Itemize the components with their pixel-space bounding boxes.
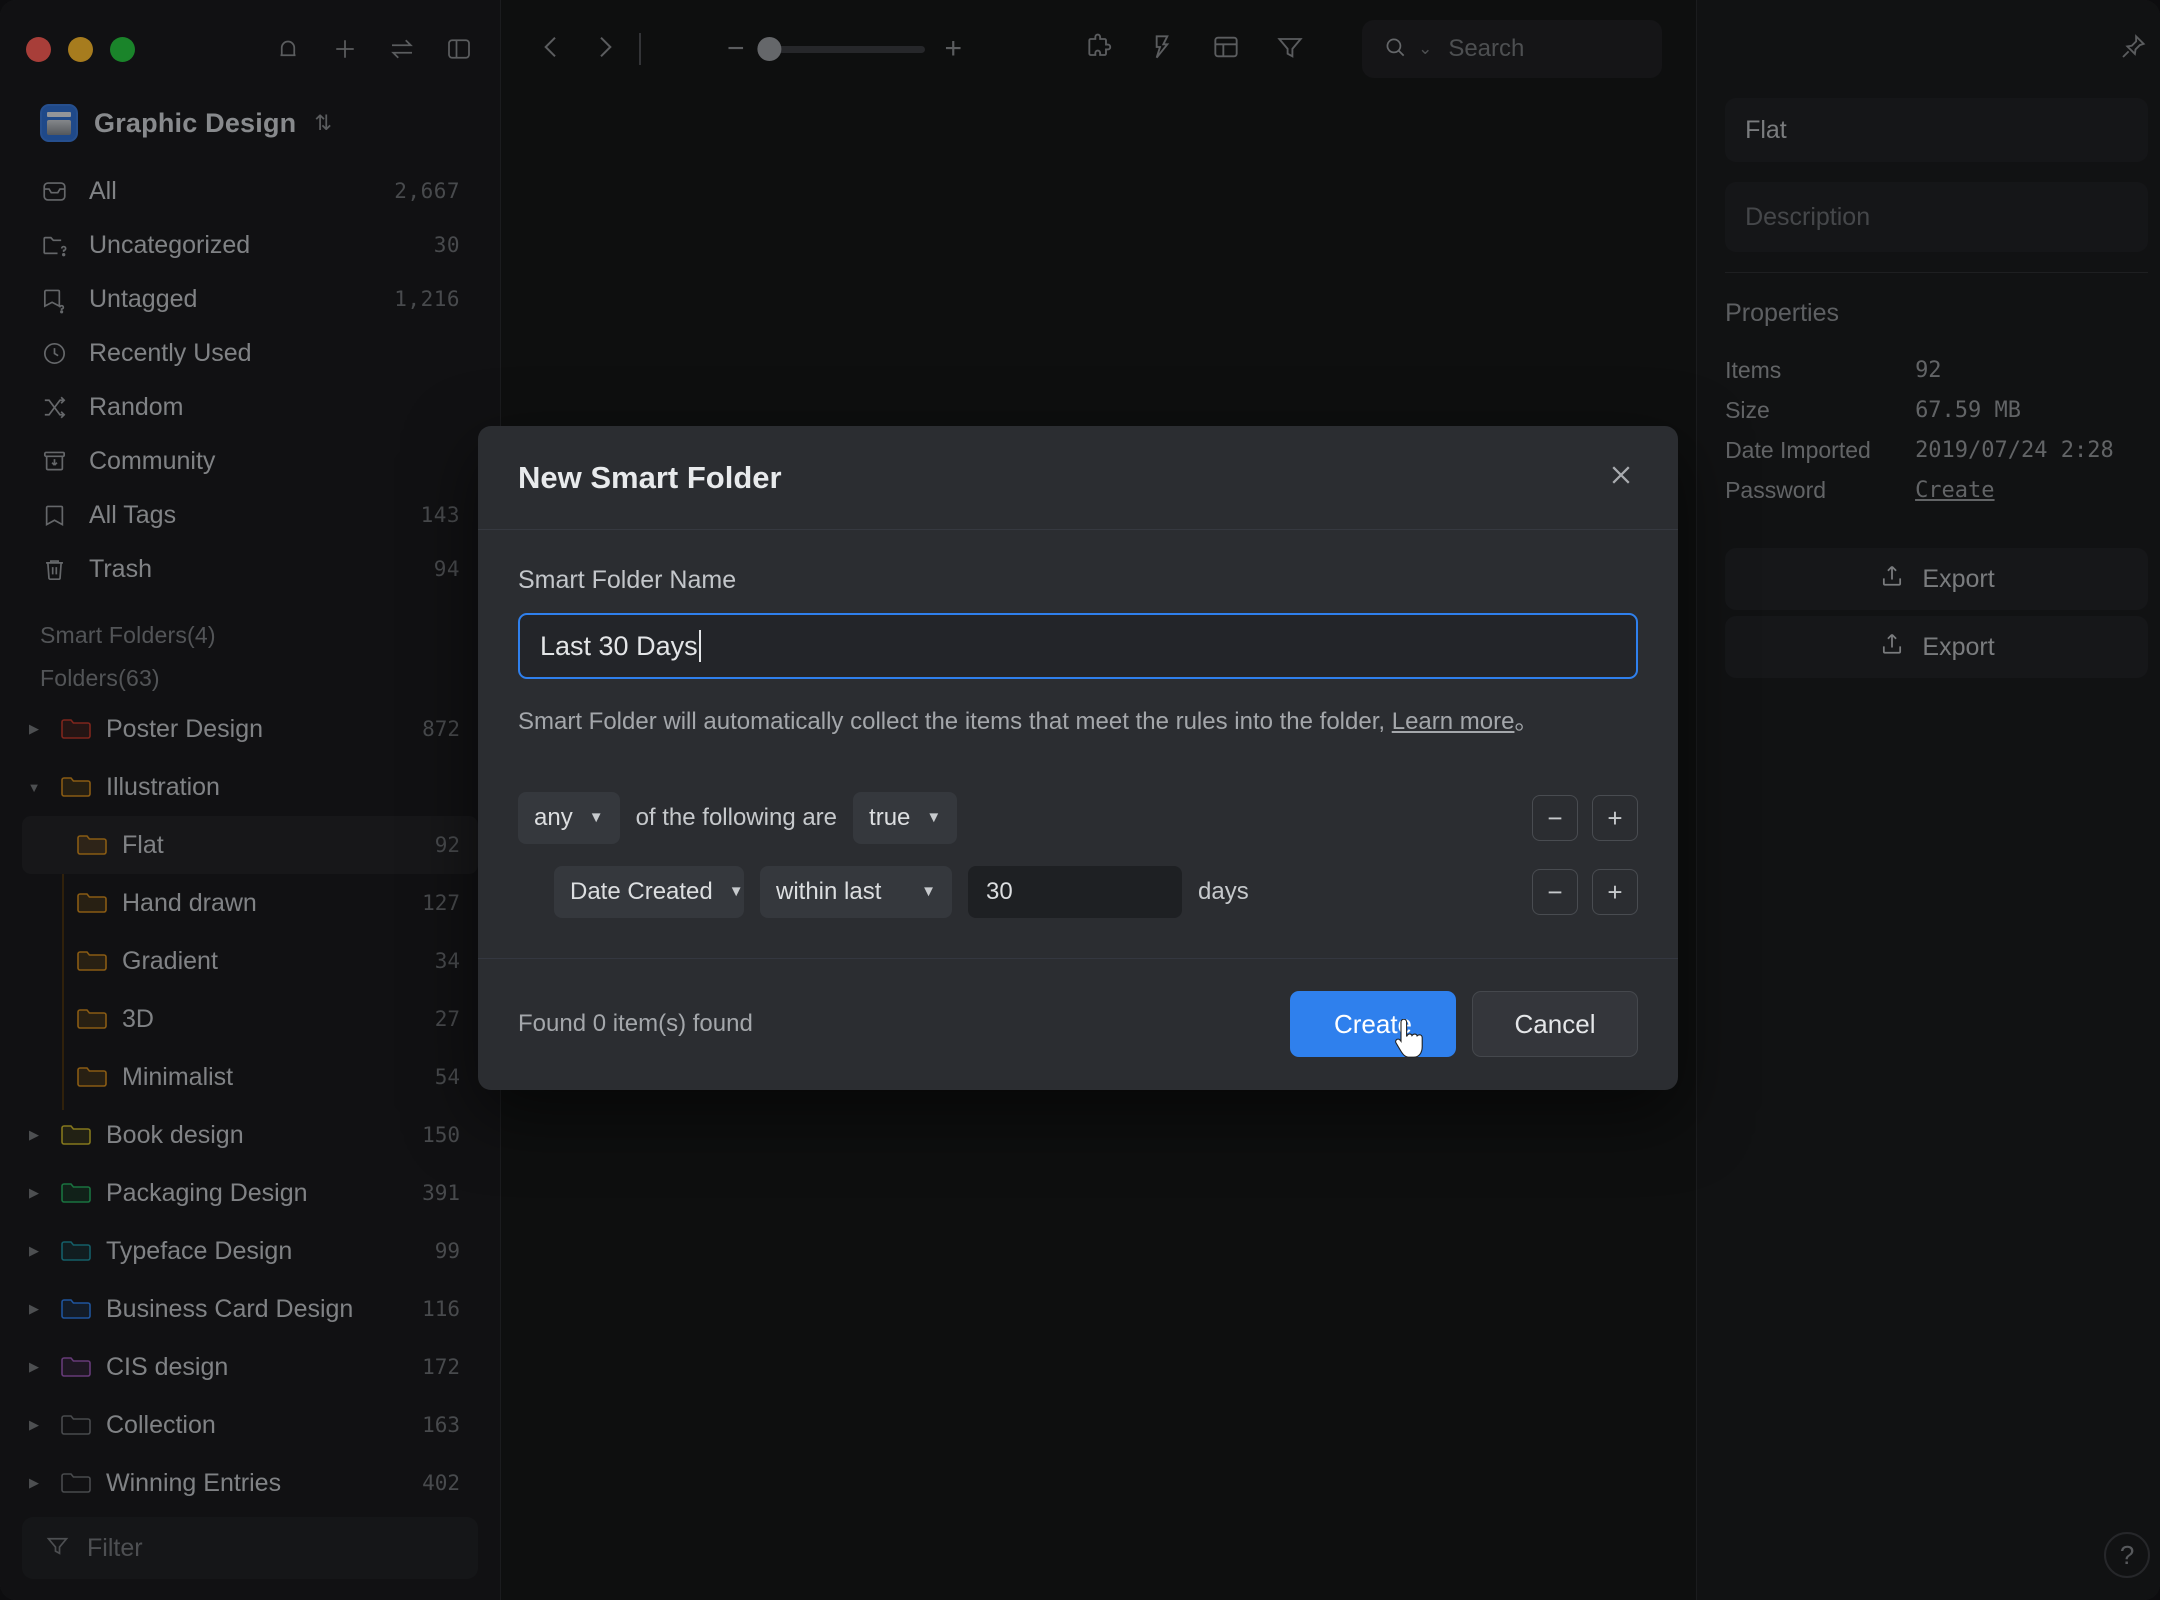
match-middle-text: of the following are [635,803,838,831]
found-count-text: Found 0 item(s) found [518,1010,753,1038]
rule-field-value: Date Created [570,877,713,905]
rule-operator-value: within last [776,877,882,905]
hint-text: Smart Folder will automatically collect … [518,708,1386,735]
add-condition-button[interactable]: + [1592,868,1638,915]
dialog-body: Smart Folder Name Last 30 Days Smart Fol… [478,530,1678,918]
rule-value: 30 [986,877,1013,905]
rules-section: any ▼ of the following are true ▼ − + Da… [518,791,1638,918]
match-scope-row: any ▼ of the following are true ▼ − + [518,791,1638,844]
add-rule-button[interactable]: + [1592,794,1638,841]
chevron-down-icon: ▼ [588,809,604,827]
remove-rule-button[interactable]: − [1532,794,1578,841]
rule-unit-label: days [1198,877,1249,905]
smart-folder-name-input[interactable]: Last 30 Days [518,613,1638,679]
rule-operator-dropdown[interactable]: within last ▼ [760,865,952,918]
match-scope-value: any [534,803,573,831]
smart-folder-name-label: Smart Folder Name [518,566,737,594]
dialog-footer: Found 0 item(s) found Create Cancel [478,957,1678,1090]
hint-tail: 。 [1514,708,1539,735]
smart-folder-name-value: Last 30 Days [540,630,698,661]
rule-field-dropdown[interactable]: Date Created ▼ [554,865,744,918]
chevron-down-icon: ▼ [926,809,942,827]
rule-row: Date Created ▼ within last ▼ 30 days − + [518,865,1638,918]
rule-row-buttons: − + [1532,868,1638,915]
cancel-button[interactable]: Cancel [1472,991,1638,1058]
dialog-hint: Smart Folder will automatically collect … [518,705,1578,740]
match-scope-dropdown[interactable]: any ▼ [518,791,620,844]
close-icon[interactable] [1604,458,1638,497]
remove-condition-button[interactable]: − [1532,868,1578,915]
eagle-app-window: Graphic Design ⇅ All 2,667 Uncategorized… [0,0,2160,1600]
new-smart-folder-dialog: New Smart Folder Smart Folder Name Last … [478,426,1678,1090]
dialog-actions: Create Cancel [1290,991,1638,1059]
rule-value-input[interactable]: 30 [968,865,1182,918]
match-value: true [869,803,911,831]
match-value-dropdown[interactable]: true ▼ [853,791,958,844]
chevron-down-icon: ▼ [728,883,744,901]
create-button[interactable]: Create [1290,991,1456,1058]
chevron-down-icon: ▼ [921,883,936,901]
scope-row-buttons: − + [1532,794,1638,841]
dialog-title: New Smart Folder [518,459,782,495]
dialog-header: New Smart Folder [478,426,1678,530]
learn-more-link[interactable]: Learn more [1392,708,1515,735]
text-caret [698,630,701,662]
